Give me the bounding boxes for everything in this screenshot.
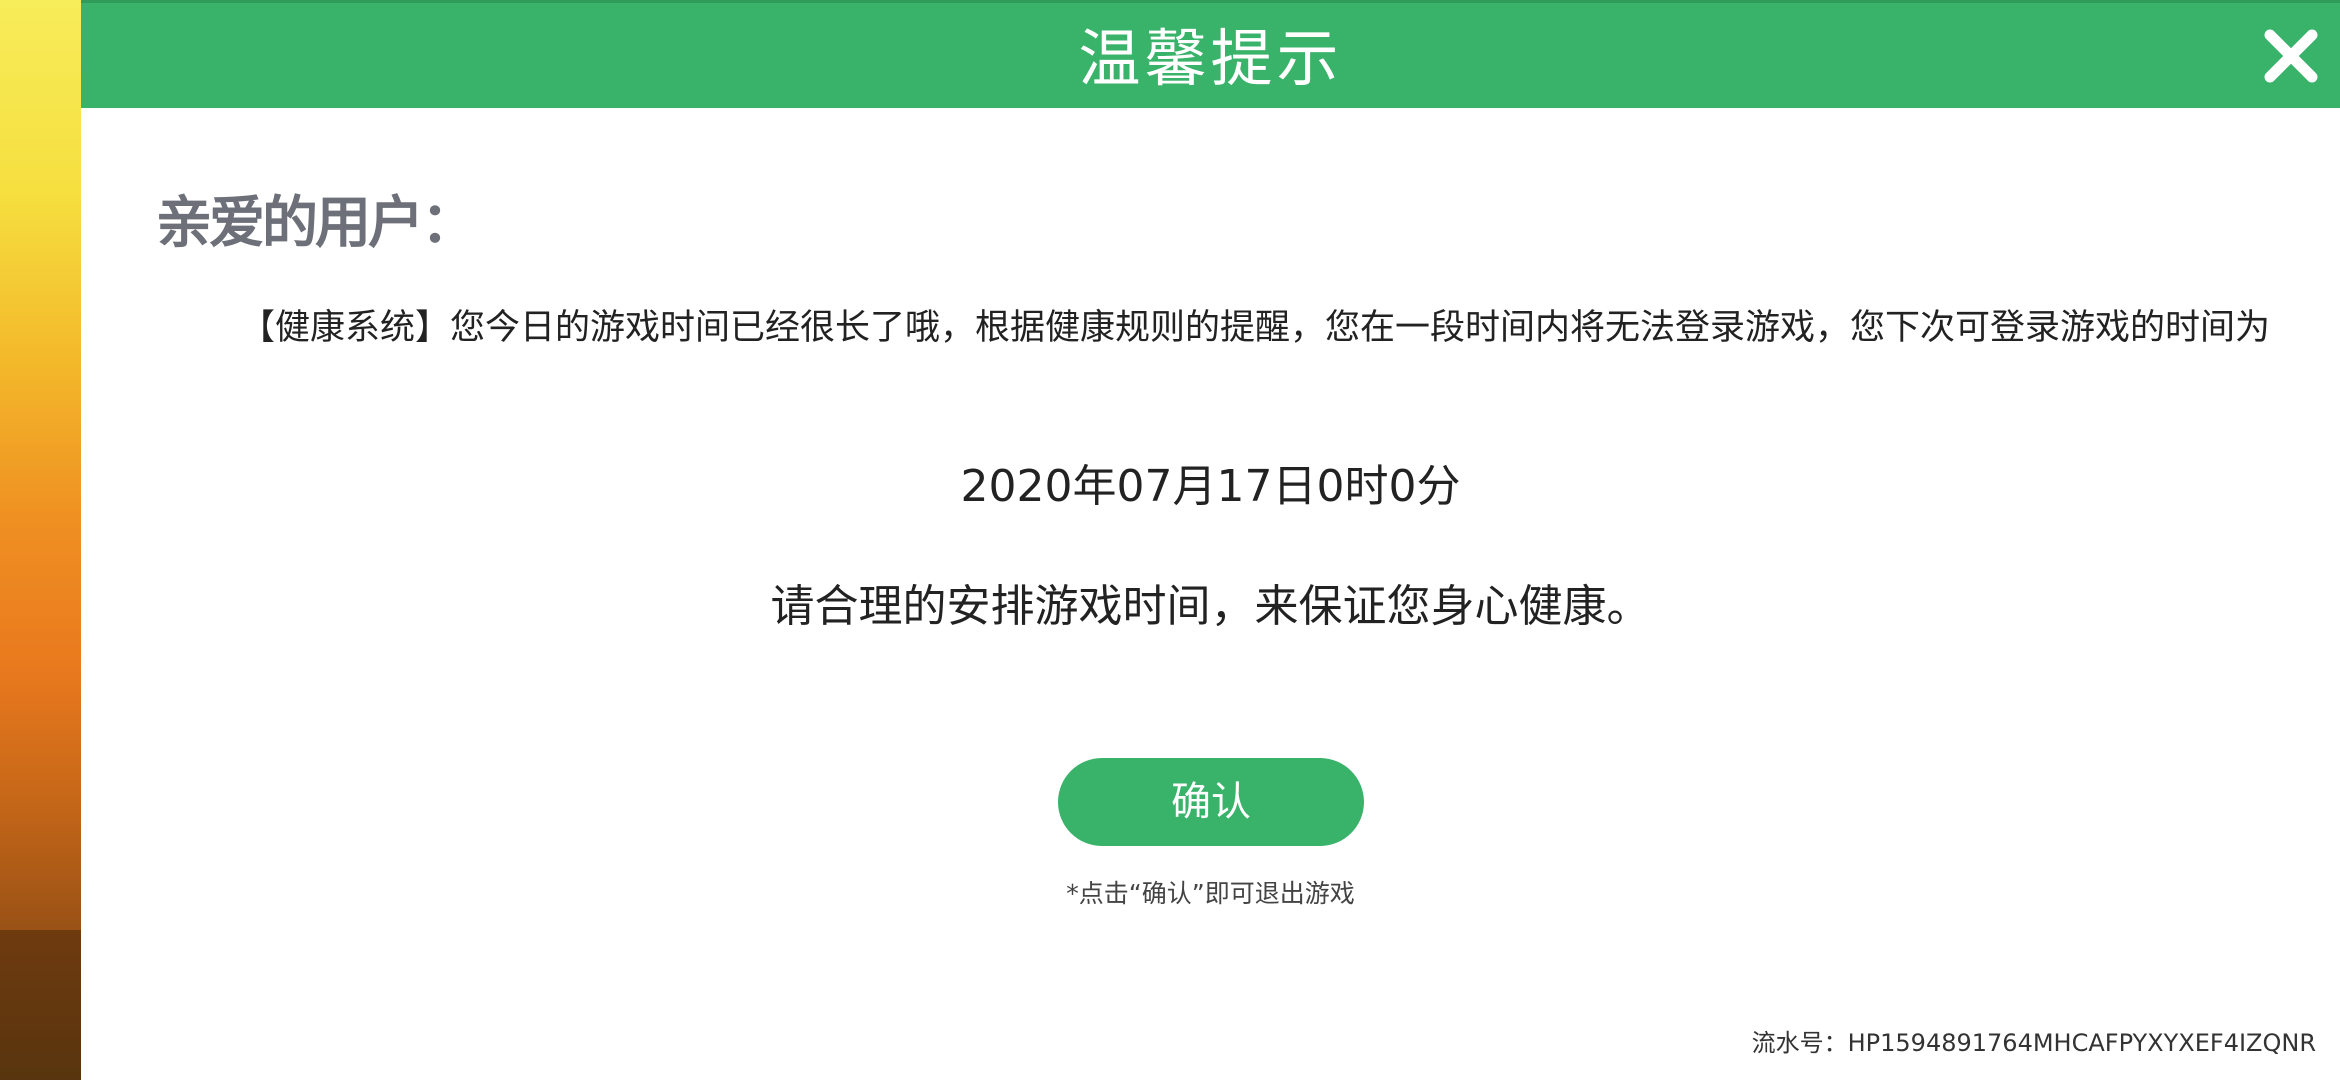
health-advice: 请合理的安排游戏时间，来保证您身心健康。 [770,581,1651,632]
close-icon [2264,29,2318,83]
dialog-header: 温馨提示 [81,0,2340,108]
greeting-heading: 亲爱的用户： [156,191,477,256]
screen: 温馨提示 亲爱的用户： 【健康系统】您今日的游戏时间已经很长了哦，根据健康规则的… [0,0,2340,1080]
next-login-time: 2020年07月17日0时0分 [960,461,1461,512]
serial-number: 流水号：HP1594891764MHCAFPYXYXEF4IZQNR [1752,1023,2316,1058]
game-background [0,0,81,1080]
serial-value: HP1594891764MHCAFPYXYXEF4IZQNR [1847,1029,2316,1057]
anti-addiction-dialog: 温馨提示 亲爱的用户： 【健康系统】您今日的游戏时间已经很长了哦，根据健康规则的… [81,0,2340,1080]
health-system-message: 【健康系统】您今日的游戏时间已经很长了哦，根据健康规则的提醒，您在一段时间内将无… [240,308,2271,348]
confirm-hint: *点击“确认”即可退出游戏 [1066,879,1355,908]
serial-label: 流水号： [1751,1029,1848,1057]
close-button[interactable] [2256,21,2326,91]
confirm-button[interactable]: 确认 [1058,758,1364,846]
dialog-title: 温馨提示 [1078,22,1343,95]
